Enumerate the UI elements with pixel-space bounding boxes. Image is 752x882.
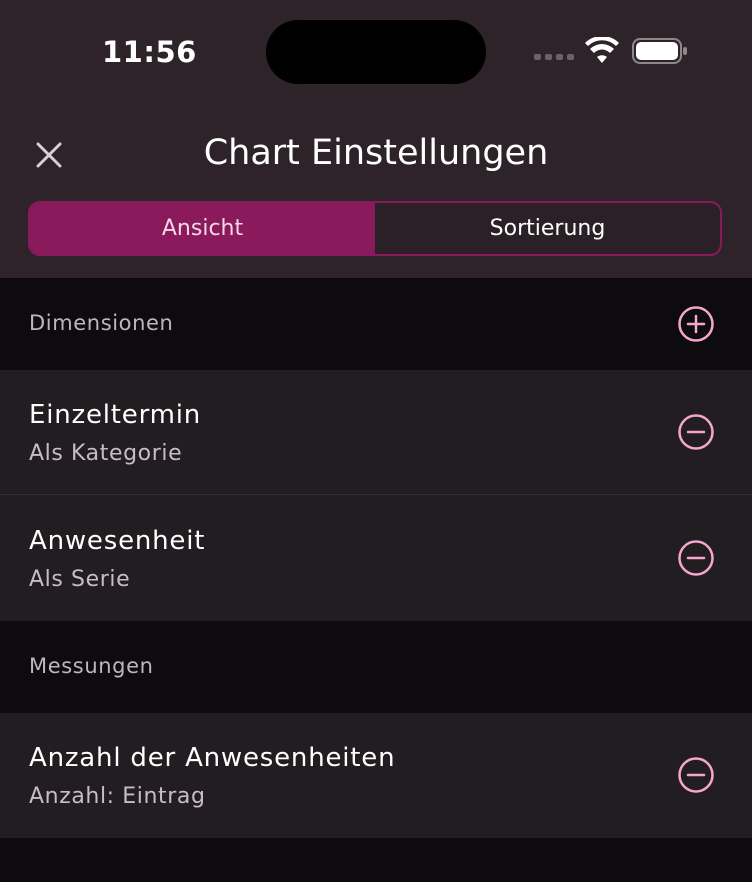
- measures-section-title: Messungen: [29, 654, 154, 678]
- minus-circle-icon[interactable]: [677, 413, 715, 451]
- minus-circle-icon[interactable]: [677, 756, 715, 794]
- list-item-subtitle: Anzahl: Eintrag: [29, 784, 206, 809]
- header: 11:56 Chart Einstellungen Ansicht Sortie…: [0, 0, 752, 278]
- cellular-signal-icon: [534, 54, 574, 62]
- tab-ansicht[interactable]: Ansicht: [30, 203, 375, 254]
- list-item-title: Anwesenheit: [29, 526, 206, 556]
- tab-sortierung[interactable]: Sortierung: [375, 203, 720, 254]
- dimensions-section-header: Dimensionen: [0, 278, 752, 370]
- plus-circle-icon[interactable]: [677, 305, 715, 343]
- view-sort-segmented-control: Ansicht Sortierung: [28, 201, 722, 256]
- dynamic-island: [266, 20, 486, 84]
- page-title: Chart Einstellungen: [203, 133, 549, 173]
- dimensions-section-title: Dimensionen: [29, 311, 174, 335]
- list-item-anwesenheit[interactable]: Anwesenheit Als Serie: [0, 495, 752, 621]
- list-item-subtitle: Als Kategorie: [29, 441, 183, 466]
- measures-section-header: Messungen: [0, 621, 752, 713]
- battery-icon: [632, 38, 687, 64]
- minus-circle-icon[interactable]: [677, 539, 715, 577]
- chart-settings-screen: 11:56 Chart Einstellungen Ansicht Sortie…: [0, 0, 752, 882]
- list-item-title: Einzeltermin: [29, 400, 202, 430]
- list-item-anzahl-der-anwesenheiten[interactable]: Anzahl der Anwesenheiten Anzahl: Eintrag: [0, 713, 752, 838]
- list-item-title: Anzahl der Anwesenheiten: [29, 743, 396, 773]
- wifi-icon: [585, 37, 619, 63]
- list-item-einzeltermin[interactable]: Einzeltermin Als Kategorie: [0, 370, 752, 494]
- status-time: 11:56: [102, 35, 197, 69]
- list-item-subtitle: Als Serie: [29, 567, 131, 592]
